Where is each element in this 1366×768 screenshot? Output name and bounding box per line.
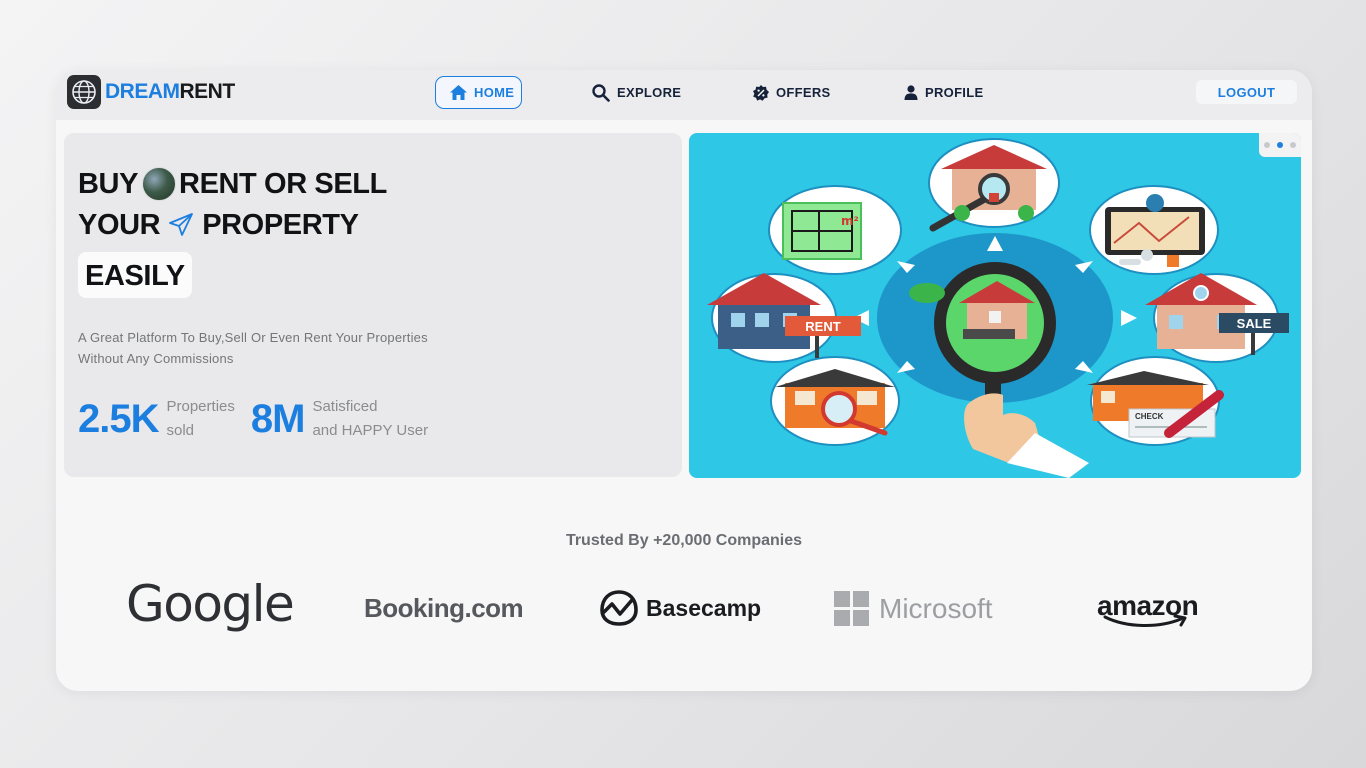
nav-home-label: HOME <box>474 85 515 100</box>
hero-illustration: m² RENT SALE CHECK <box>689 133 1301 478</box>
carousel-indicator <box>1259 133 1301 157</box>
stat-value: 2.5K <box>78 396 159 441</box>
badge-percent-icon <box>753 84 769 101</box>
carousel-dot-2[interactable] <box>1277 142 1283 148</box>
user-icon <box>904 85 918 100</box>
headline-easily: EASILY <box>78 252 192 298</box>
amazon-smile-icon <box>1103 614 1187 627</box>
headline-property: PROPERTY <box>202 208 359 241</box>
logout-button[interactable]: LOGOUT <box>1196 80 1297 104</box>
headline-your: YOUR <box>78 208 161 241</box>
home-icon <box>450 85 467 100</box>
nav-explore[interactable]: EXPLORE <box>578 76 695 109</box>
amazon-logo: amazon <box>1097 590 1199 628</box>
hero-panel: BUY RENT OR SELL YOUR PROPERTY EASILY A … <box>64 133 682 477</box>
brand-name-part1: DREAM <box>105 80 180 103</box>
stat-label-line1: Satisficed <box>312 398 378 415</box>
microsoft-logo: Microsoft <box>834 591 993 626</box>
navbar: DREAMRENT HOME EXPLORE OFFERS PROFILE LO… <box>56 70 1312 120</box>
stat-label: Properties sold <box>167 395 235 443</box>
hero-subtext: A Great Platform To Buy,Sell Or Even Ren… <box>78 330 428 366</box>
microsoft-logo-text: Microsoft <box>879 592 993 624</box>
brand-name-part2: RENT <box>179 80 236 103</box>
stat-label-line1: Properties <box>166 398 235 415</box>
globe-icon <box>67 75 101 109</box>
nav-home[interactable]: HOME <box>435 76 522 109</box>
carousel-dot-1[interactable] <box>1264 142 1270 148</box>
trusted-title: Trusted By +20,000 Companies <box>565 532 803 549</box>
carousel-dot-3[interactable] <box>1290 142 1296 148</box>
check-label: CHECK <box>1135 412 1164 421</box>
nav-explore-label: EXPLORE <box>617 85 682 100</box>
basecamp-logo: Basecamp <box>598 590 761 626</box>
real-estate-illustration: m² RENT SALE CHECK <box>707 138 1289 478</box>
hero-stats: 2.5K Properties sold 8M Satisficed and H… <box>78 395 444 443</box>
booking-logo: Booking.com <box>364 593 524 623</box>
stat-label-line2: sold <box>166 422 195 439</box>
nav-offers-label: OFFERS <box>776 85 831 100</box>
headline-rent-or-sell: RENT OR SELL <box>179 167 387 200</box>
google-logo: Google <box>126 575 295 633</box>
area-label: m² <box>841 214 859 228</box>
brand-name: DREAMRENT <box>105 80 235 104</box>
property-photo-icon <box>142 166 177 201</box>
basecamp-icon <box>600 590 638 626</box>
nav-profile[interactable]: PROFILE <box>890 76 997 109</box>
stat-happy-users: 8M Satisficed and HAPPY User <box>251 395 428 443</box>
microsoft-icon <box>834 591 869 626</box>
rent-sign-label: RENT <box>805 319 840 334</box>
basecamp-logo-text: Basecamp <box>646 594 762 621</box>
app-frame: DREAMRENT HOME EXPLORE OFFERS PROFILE LO… <box>56 70 1312 691</box>
search-icon <box>592 83 610 102</box>
stat-properties-sold: 2.5K Properties sold <box>78 395 235 443</box>
send-arrow-icon <box>168 212 194 237</box>
stat-value: 8M <box>250 396 306 441</box>
stat-label: Satisficed and HAPPY User <box>312 395 428 443</box>
nav-profile-label: PROFILE <box>925 85 984 100</box>
sale-sign-label: SALE <box>1237 316 1272 331</box>
nav-offers[interactable]: OFFERS <box>739 76 845 109</box>
hero-headline: BUY RENT OR SELL YOUR PROPERTY EASILY <box>78 163 387 298</box>
brand[interactable]: DREAMRENT <box>67 75 235 109</box>
headline-buy: BUY <box>78 167 139 200</box>
stat-label-line2: and HAPPY User <box>312 422 429 439</box>
